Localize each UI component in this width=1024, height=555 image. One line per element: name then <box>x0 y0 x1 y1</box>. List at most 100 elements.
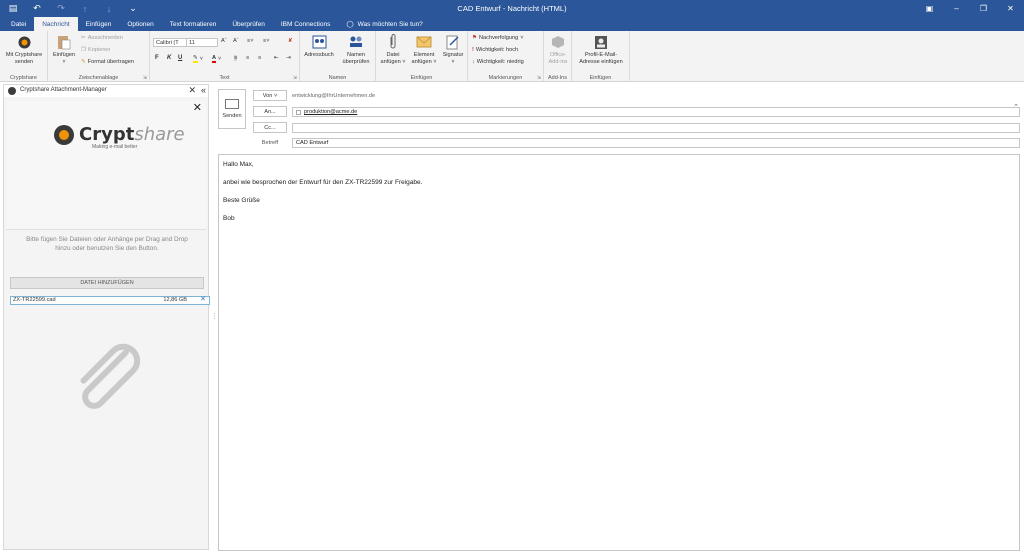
align-center-button[interactable]: ≡ <box>246 55 249 61</box>
logo-tagline: Making e-mail better <box>92 144 138 150</box>
group-label-addins: Add-Ins <box>548 75 567 81</box>
numbering-button[interactable]: ≡˅ <box>263 38 270 44</box>
attach-file-line2-text: anfügen <box>380 59 401 65</box>
shrink-font-button[interactable]: Aˇ <box>233 38 239 44</box>
importance-low-button[interactable]: ↓ Wichtigkeit: niedrig <box>472 59 524 65</box>
to-field[interactable]: produktion@acme.de <box>292 107 1020 117</box>
text-launcher-icon[interactable]: ⇲ <box>293 75 297 81</box>
cut-button[interactable]: ✂ Ausschneiden <box>81 35 123 41</box>
underline-button[interactable]: U <box>178 55 182 61</box>
address-book-button[interactable]: Adressbuch <box>302 34 336 59</box>
ribbon-display-icon[interactable]: ▣ <box>916 0 943 17</box>
tab-datei[interactable]: Datei <box>3 17 34 31</box>
tab-nachricht[interactable]: Nachricht <box>34 17 78 31</box>
drop-hint: Bitte fügen Sie Dateien oder Anhänge per… <box>26 236 188 252</box>
send-with-cryptshare-button[interactable]: Mit Cryptshare senden <box>2 34 46 66</box>
cc-field[interactable] <box>292 123 1020 133</box>
attach-file-line1: Datei <box>386 52 400 58</box>
maximize-icon[interactable]: ❐ <box>970 0 997 17</box>
bullets-button[interactable]: ≡˅ <box>247 38 254 44</box>
attach-item-line1: Element <box>413 52 435 58</box>
format-painter-button[interactable]: ✎ Format übertragen <box>81 59 134 65</box>
subject-field[interactable]: CAD Entwurf <box>292 138 1020 148</box>
body-line: Bob <box>223 215 235 222</box>
cryptshare-btn-line1: Mit Cryptshare <box>5 52 43 58</box>
font-name-value: Calibri (T <box>156 40 179 46</box>
importance-high-button[interactable]: ! Wichtigkeit: hoch <box>472 47 518 53</box>
tell-me-box[interactable]: ◯ Was möchten Sie tun? <box>338 17 430 31</box>
tab-optionen[interactable]: Optionen <box>119 17 161 31</box>
from-value: entwicklung@IhrUnternehmen.de <box>292 93 376 99</box>
decrease-indent-button[interactable]: ⇤ <box>274 55 279 61</box>
pane-splitter[interactable]: ⋮ <box>211 312 218 326</box>
increase-indent-button[interactable]: ⇥ <box>286 55 291 61</box>
pane-close-icon[interactable]: ✕ <box>188 85 196 96</box>
eraser-icon: ✘ <box>288 38 293 44</box>
pane-collapse-icon[interactable]: « <box>201 85 206 95</box>
close-icon[interactable]: ✕ <box>997 0 1024 17</box>
add-file-button[interactable]: DATEI HINZUFÜGEN <box>10 277 204 289</box>
check-names-button[interactable]: Namen überprüfen <box>338 34 374 66</box>
recipient-chip[interactable]: produktion@acme.de <box>296 108 357 116</box>
remove-attachment-icon[interactable]: ✕ <box>200 296 206 303</box>
highlighter-icon: ✎ <box>193 55 198 63</box>
pane-header: Cryptshare Attachment-Manager ✕ « <box>4 85 208 97</box>
align-left-button[interactable]: ≡ <box>234 55 238 61</box>
italic-button[interactable]: K <box>167 55 171 61</box>
group-cryptshare: Mit Cryptshare senden Cryptshare <box>0 31 48 82</box>
attach-file-line2: anfügen ˅ <box>380 59 406 65</box>
exclamation-icon: ! <box>472 47 474 53</box>
font-color-icon: A <box>212 55 217 63</box>
highlight-button[interactable]: ✎ ˅ <box>193 55 203 63</box>
font-color-button[interactable]: A ˅ <box>212 55 221 63</box>
office-addins-button[interactable]: Office- Add-ins <box>544 34 572 66</box>
follow-up-label: Nachverfolgung <box>479 35 519 41</box>
tab-ibm-connections[interactable]: IBM Connections <box>273 17 339 31</box>
attach-item-button[interactable]: Element anfügen ˅ <box>409 34 439 66</box>
grow-font-button[interactable]: Aˆ <box>221 38 227 44</box>
attachment-size: 12,86 GB <box>163 297 187 303</box>
signature-icon <box>445 34 461 50</box>
send-button[interactable]: Senden <box>218 89 246 129</box>
align-right-button[interactable]: ≡ <box>258 55 261 61</box>
group-label-profile: Einfügen <box>589 75 612 81</box>
group-label-clipboard: Zwischenablage <box>78 75 119 81</box>
cryptshare-btn-line2: senden <box>14 59 34 65</box>
clipboard-launcher-icon[interactable]: ⇲ <box>143 75 147 81</box>
insert-profile-email-button[interactable]: Profil-E-Mail- Adresse einfügen <box>573 34 629 66</box>
profile-icon <box>593 34 609 50</box>
attach-file-button[interactable]: Datei anfügen ˅ <box>378 34 408 66</box>
tab-ueberpruefen[interactable]: Überprüfen <box>224 17 273 31</box>
font-size-select[interactable]: 11 <box>186 38 218 47</box>
cryptshare-pane: Cryptshare Attachment-Manager ✕ « ✕ Cryp… <box>3 84 210 550</box>
tags-launcher-icon[interactable]: ⇲ <box>537 75 541 81</box>
clear-format-button[interactable]: ✘ <box>288 38 293 44</box>
signature-button[interactable]: Signatur ˅ <box>439 34 467 66</box>
window-controls: ▣ – ❐ ✕ <box>916 0 1024 17</box>
outdent-icon: ⇤ <box>274 55 279 61</box>
cryptshare-small-icon <box>8 87 16 95</box>
cc-button[interactable]: Cc... <box>253 122 287 133</box>
group-text: Calibri (T 11 Aˆ Aˇ ≡˅ ≡˅ ✘ F K U ✎ ˅ A ˅ … <box>150 31 300 82</box>
bold-button[interactable]: F <box>155 55 159 61</box>
tab-text-formatieren[interactable]: Text formatieren <box>162 17 225 31</box>
align-left-icon: ≡ <box>234 55 238 61</box>
group-names: Adressbuch Namen überprüfen Namen <box>300 31 376 82</box>
body-line: Hallo Max, <box>223 161 254 168</box>
grow-font-icon: Aˆ <box>221 38 227 44</box>
numbering-icon: ≡˅ <box>263 38 270 44</box>
copy-button[interactable]: ❐ Kopieren <box>81 47 110 53</box>
attachment-item[interactable]: ZX-TR22599.cad 12,86 GB ✕ <box>10 296 210 305</box>
format-painter-label: Format übertragen <box>87 59 135 65</box>
follow-up-button[interactable]: ⚑ Nachverfolgung ˅ <box>472 35 523 41</box>
importance-low-label: Wichtigkeit: niedrig <box>476 59 524 65</box>
paste-button[interactable]: Einfügen ˅ <box>51 34 77 66</box>
font-name-select[interactable]: Calibri (T <box>153 38 187 47</box>
message-body[interactable]: Hallo Max, anbei wie besprochen der Entw… <box>218 154 1020 551</box>
group-label-names: Namen <box>328 75 347 81</box>
minimize-icon[interactable]: – <box>943 0 970 17</box>
tab-einfuegen[interactable]: Einfügen <box>78 17 120 31</box>
from-button[interactable]: Von ˅ <box>253 90 287 101</box>
to-button[interactable]: An... <box>253 106 287 117</box>
banner-close-icon[interactable]: ✕ <box>193 101 202 114</box>
